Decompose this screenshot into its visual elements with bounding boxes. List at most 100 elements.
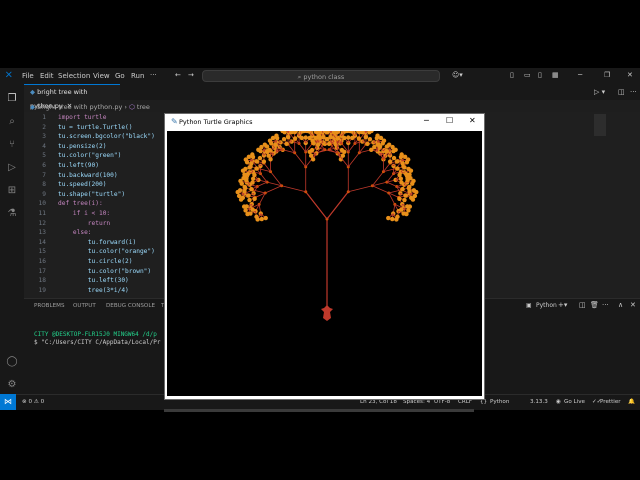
tree-leaf [257, 155, 263, 161]
restore-icon[interactable]: ❐ [604, 71, 610, 79]
command-center-search[interactable]: ⌕ python class [202, 70, 440, 82]
code-line: tu.screen.bgcolor("black") [58, 133, 155, 141]
tree-leaf [397, 196, 402, 202]
close-panel-icon[interactable]: ✕ [630, 301, 636, 309]
language-mode[interactable]: Python [490, 399, 509, 405]
layout-secondary-icon[interactable]: ▯ [538, 71, 542, 79]
python-feather-icon: ✎ [171, 117, 178, 126]
forward-arrow-icon[interactable]: → [188, 71, 194, 79]
problems-status[interactable]: ⊗ 0 ⚠ 0 [22, 399, 44, 405]
code-line: tu.shape("turtle") [58, 190, 126, 198]
line-number: 17 [38, 267, 46, 275]
settings-gear-icon[interactable]: ⚙ [6, 379, 18, 391]
horizontal-scrollbar[interactable] [164, 409, 474, 412]
tree-leaf [267, 147, 272, 153]
tab-output[interactable]: OUTPUT [73, 303, 96, 309]
source-control-icon[interactable]: ⑂ [6, 139, 18, 151]
turtle-minimize-icon[interactable]: ─ [424, 116, 429, 125]
testing-icon[interactable]: ⚗ [6, 208, 18, 220]
more-icon[interactable]: ··· [150, 71, 157, 79]
tree-leaf [250, 176, 256, 181]
tree-leaf [397, 172, 402, 178]
tree-leaf [244, 160, 250, 165]
tab-debug-console[interactable]: DEBUG CONSOLE [106, 303, 155, 309]
tree-leaf [317, 135, 322, 141]
run-debug-icon[interactable]: ▷ [6, 162, 18, 174]
new-terminal-icon[interactable]: +▾ [558, 301, 567, 309]
menu-go[interactable]: Go [115, 72, 125, 80]
minimize-icon[interactable]: ─ [578, 71, 582, 79]
tree-leaf [401, 211, 406, 216]
breadcrumb-symbol[interactable]: tree [137, 103, 150, 111]
tree-leaf [404, 160, 410, 165]
tree-leaf [407, 188, 412, 194]
terminal-name[interactable]: Python [536, 302, 557, 309]
tab-bright-tree[interactable]: ◆ bright tree with python.py ✕ [24, 84, 120, 110]
layout-sidebar-icon[interactable]: ▯ [510, 71, 514, 79]
extensions-icon[interactable]: ⊞ [6, 185, 18, 197]
run-python-icon[interactable]: ▷ ▾ [594, 88, 605, 96]
notifications-bell-icon[interactable]: 🔔 [628, 399, 635, 405]
menu-file[interactable]: File [22, 72, 34, 80]
turtle-maximize-icon[interactable]: ☐ [446, 116, 453, 125]
line-number: 15 [38, 248, 46, 256]
tree-leaf [399, 207, 404, 212]
tree-branch [326, 191, 349, 220]
vscode-logo-icon: ⨉ [6, 71, 12, 79]
line-number: 18 [38, 277, 46, 285]
fractal-tree [235, 123, 419, 321]
turtle-canvas[interactable] [167, 123, 482, 396]
tree-leaf [243, 208, 248, 213]
tab-problems[interactable]: PROBLEMS [34, 303, 65, 309]
customize-layout-icon[interactable]: ▦ [552, 71, 559, 79]
tree-leaf [248, 211, 253, 216]
tree-leaf [249, 186, 254, 192]
menu-view[interactable]: View [93, 72, 110, 80]
panel-more-icon[interactable]: ··· [602, 301, 609, 309]
editor-more-icon[interactable]: ··· [630, 88, 637, 96]
tree-leaf [299, 135, 304, 141]
prettier[interactable]: Prettier [600, 399, 621, 405]
breadcrumb-file[interactable]: bright tree with python.py [37, 103, 122, 111]
copilot-icon[interactable]: ☺▾ [452, 71, 463, 79]
line-number: 13 [38, 229, 46, 237]
turtle-close-icon[interactable]: ✕ [469, 116, 476, 125]
tree-branch [305, 191, 328, 220]
menu-edit[interactable]: Edit [40, 72, 54, 80]
terminal-python-icon: ▣ [526, 302, 532, 309]
minimap[interactable] [594, 114, 606, 136]
line-number: 1 [42, 114, 46, 121]
tree-leaf [407, 184, 412, 190]
tree-leaf [254, 159, 260, 164]
tree-leaf [250, 180, 255, 185]
tree-leaf [274, 135, 280, 141]
search-icon[interactable]: ⌕ [6, 116, 18, 128]
tree-leaf [391, 148, 396, 154]
go-live[interactable]: Go Live [564, 399, 585, 405]
remote-indicator-icon[interactable]: ⋈ [0, 394, 16, 410]
tree-leaf [386, 215, 391, 221]
tree-leaf [395, 214, 400, 219]
tree-leaf [259, 216, 264, 222]
split-editor-icon[interactable]: ◫ [618, 88, 625, 96]
tree-leaf [245, 171, 251, 177]
menu-run[interactable]: Run [131, 72, 144, 80]
tree-branch [347, 152, 360, 168]
tree-leaf [244, 204, 249, 209]
split-terminal-icon[interactable]: ◫ [579, 301, 586, 309]
explorer-icon[interactable]: ❐ [6, 93, 18, 105]
layout-panel-icon[interactable]: ▭ [524, 71, 531, 79]
line-number: 5 [42, 152, 46, 160]
tree-leaf [254, 166, 259, 171]
tree-leaf [250, 207, 255, 212]
turtle-title-bar[interactable]: ✎ Python Turtle Graphics ─ ☐ ✕ [165, 114, 484, 131]
back-arrow-icon[interactable]: ← [175, 71, 181, 79]
close-icon[interactable]: ✕ [627, 71, 633, 79]
tree-leaf [252, 196, 257, 202]
maximize-panel-icon[interactable]: ∧ [618, 301, 623, 309]
account-icon[interactable]: ◯ [6, 356, 18, 368]
kill-terminal-icon[interactable]: 🗑 [590, 301, 599, 309]
menu-selection[interactable]: Selection [58, 72, 90, 80]
python-version[interactable]: 3.13.3 [530, 399, 548, 405]
title-bar: ⨉ File Edit Selection View Go Run ··· ← … [0, 68, 640, 84]
